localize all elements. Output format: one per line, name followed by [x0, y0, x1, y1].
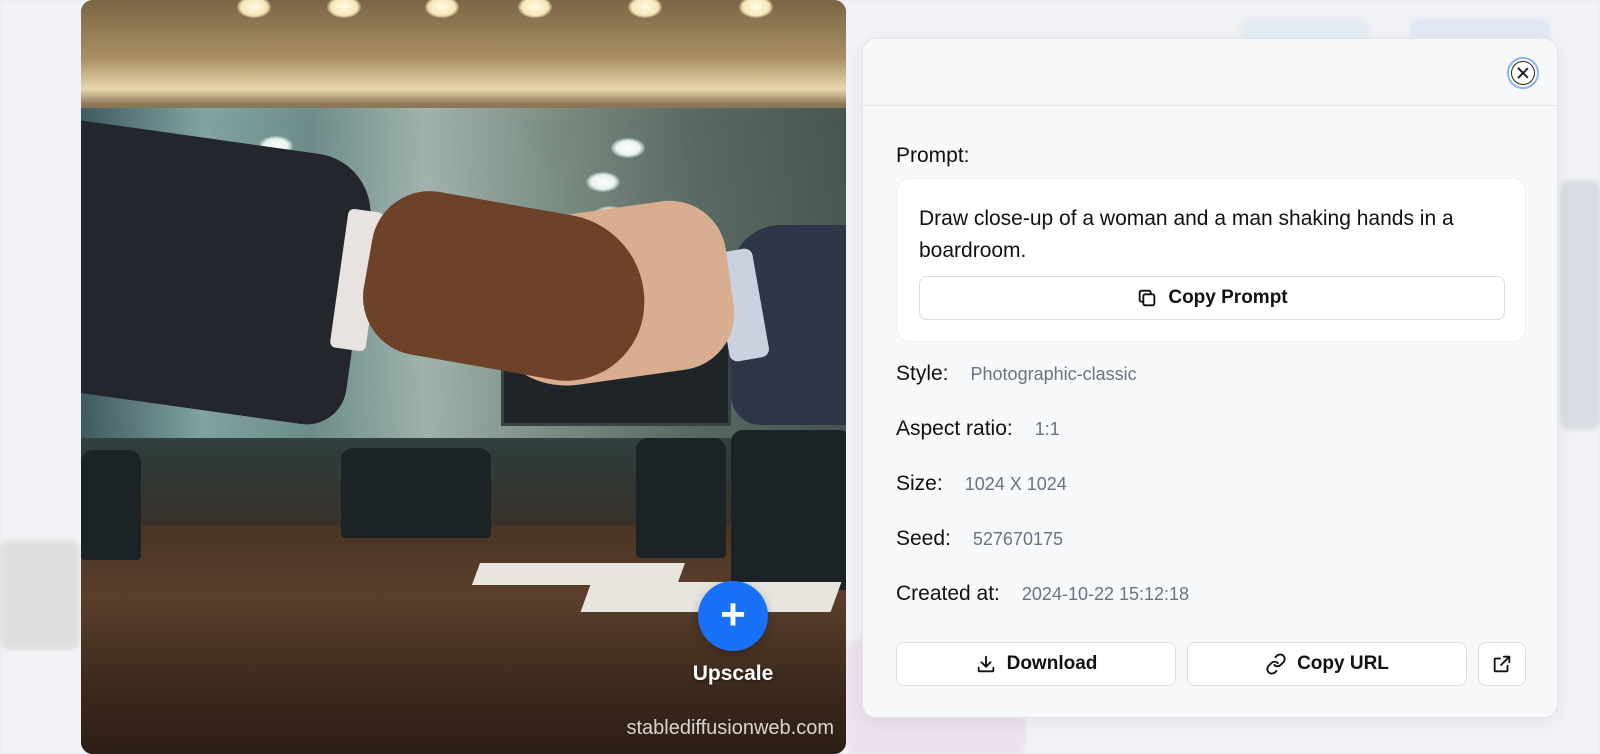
copy-prompt-label: Copy Prompt [1168, 287, 1288, 308]
open-external-button[interactable] [1478, 642, 1526, 686]
generated-image: + Upscale stablediffusionweb.com [81, 0, 846, 754]
close-button[interactable] [1507, 57, 1539, 89]
prompt-title: Prompt: [896, 144, 970, 167]
seed-label: Seed: [896, 527, 951, 550]
meta-row-aspect-ratio: Aspect ratio: 1:1 [896, 417, 1060, 441]
image-left-sleeve [81, 120, 379, 430]
created-at-label: Created at: [896, 582, 1000, 605]
close-icon [1511, 61, 1535, 85]
watermark: stablediffusionweb.com [626, 717, 834, 739]
details-header [863, 39, 1557, 106]
link-icon [1265, 653, 1287, 675]
copy-url-label: Copy URL [1297, 653, 1389, 674]
meta-row-created-at: Created at: 2024-10-22 15:12:18 [896, 582, 1189, 606]
style-label: Style: [896, 362, 949, 385]
download-icon [975, 653, 997, 675]
created-at-value: 2024-10-22 15:12:18 [1021, 584, 1190, 604]
size-label: Size: [896, 472, 943, 495]
app-stage: + Upscale stablediffusionweb.com Prompt:… [0, 0, 1600, 754]
seed-value: 527670175 [972, 529, 1063, 549]
style-value: Photographic-classic [970, 364, 1137, 384]
copy-prompt-button[interactable]: Copy Prompt [919, 276, 1505, 320]
download-button[interactable]: Download [896, 642, 1176, 686]
download-label: Download [1006, 653, 1098, 674]
copy-url-button[interactable]: Copy URL [1187, 642, 1467, 686]
image-details-panel: Prompt: Draw close-up of a woman and a m… [862, 38, 1558, 718]
copy-icon [1136, 287, 1158, 309]
prompt-card: Draw close-up of a woman and a man shaki… [896, 178, 1526, 342]
meta-row-size: Size: 1024 X 1024 [896, 472, 1067, 496]
upscale-label[interactable]: Upscale [681, 662, 785, 686]
size-value: 1024 X 1024 [964, 474, 1067, 494]
meta-row-style: Style: Photographic-classic [896, 362, 1137, 386]
prompt-text: Draw close-up of a woman and a man shaki… [919, 207, 1454, 262]
aspect-ratio-value: 1:1 [1034, 419, 1060, 439]
external-link-icon [1491, 653, 1513, 675]
meta-row-seed: Seed: 527670175 [896, 527, 1063, 551]
aspect-ratio-label: Aspect ratio: [896, 417, 1013, 440]
image-ceiling [81, 0, 846, 105]
upscale-button[interactable]: + [698, 581, 768, 651]
plus-icon: + [720, 589, 746, 639]
